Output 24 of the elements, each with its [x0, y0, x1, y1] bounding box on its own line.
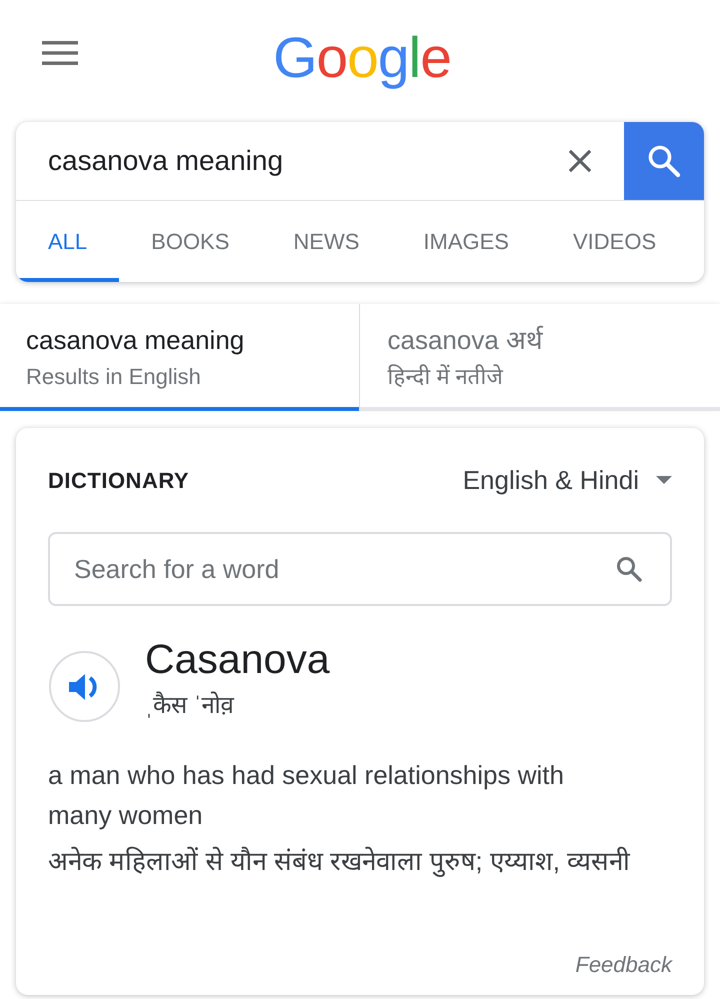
- language-tab[interactable]: casanova meaning Results in English: [0, 304, 358, 411]
- tab[interactable]: BOOKS: [119, 201, 262, 282]
- search-button[interactable]: [624, 122, 704, 200]
- word-title: Casanova: [145, 635, 330, 684]
- tab[interactable]: NEWS: [261, 201, 392, 282]
- search-icon: [647, 144, 681, 178]
- feedback-link[interactable]: Feedback: [575, 948, 672, 981]
- language-dropdown[interactable]: English & Hindi: [462, 460, 672, 500]
- speaker-button[interactable]: [49, 651, 120, 722]
- google-logo: Google: [272, 30, 451, 86]
- clear-icon[interactable]: [569, 150, 591, 172]
- word-search-field[interactable]: Search for a word: [48, 532, 672, 606]
- search-icon[interactable]: [616, 556, 642, 582]
- pronunciation-text: ˌकैस ˈनोव़: [145, 690, 236, 721]
- caret-icon: [656, 476, 672, 484]
- translation-text: अनेक महिलाओं से यौन संबंध रखनेवाला पुरुष; एय्याश, व्यसनी: [48, 845, 632, 879]
- dictionary-heading: DICTIONARY: [48, 466, 190, 494]
- menu-icon[interactable]: [42, 41, 78, 65]
- definition-text: a man who has had sexual relationships with many women: [48, 759, 565, 832]
- tab[interactable]: ALL: [16, 201, 120, 282]
- tab[interactable]: IMAGES: [391, 201, 541, 282]
- tab[interactable]: VIDEOS: [540, 201, 688, 282]
- search-input[interactable]: casanova meaning: [16, 122, 569, 200]
- language-tab[interactable]: casanova अर्थ हिन्दी में नतीजे: [358, 304, 720, 411]
